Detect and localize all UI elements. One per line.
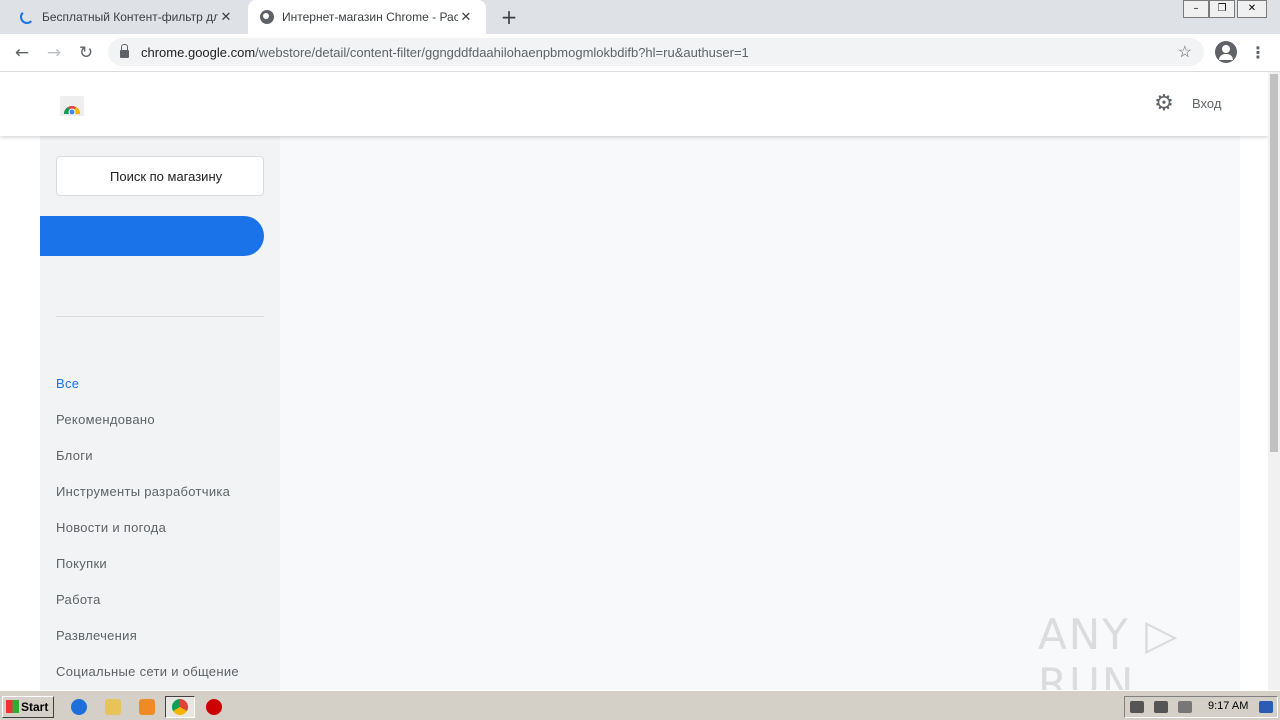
bookmark-star-icon[interactable]: ☆ bbox=[1178, 42, 1192, 62]
ie-icon[interactable] bbox=[71, 699, 87, 715]
tab-chrome-webstore[interactable]: Интернет-магазин Chrome - Расш… ✕ bbox=[248, 0, 486, 34]
taskbar-clock: 9:17 AM bbox=[1208, 700, 1249, 712]
restore-button[interactable]: ❐ bbox=[1209, 0, 1235, 18]
loading-spinner-icon bbox=[20, 10, 34, 24]
category-entertainment[interactable]: Развлечения bbox=[56, 628, 137, 643]
show-desktop-icon[interactable] bbox=[1259, 701, 1273, 713]
tab-title: Бесплатный Контент-фильтр для… bbox=[42, 10, 218, 24]
start-button[interactable]: Start bbox=[2, 696, 54, 718]
minimize-button[interactable]: – bbox=[1183, 0, 1209, 18]
media-player-icon[interactable] bbox=[139, 699, 155, 715]
forward-button[interactable]: → bbox=[43, 42, 65, 64]
chrome-taskbar-button[interactable] bbox=[165, 696, 195, 718]
tab-title: Интернет-магазин Chrome - Расш… bbox=[282, 10, 458, 24]
lock-icon[interactable] bbox=[120, 44, 129, 58]
main-content-area bbox=[280, 136, 1240, 690]
category-developer-tools[interactable]: Инструменты разработчика bbox=[56, 484, 230, 499]
url-host: chrome.google.com bbox=[141, 44, 256, 60]
volume-icon[interactable] bbox=[1130, 701, 1144, 713]
globe-icon bbox=[260, 10, 274, 24]
network-icon[interactable] bbox=[1154, 701, 1168, 713]
category-all[interactable]: Все bbox=[56, 376, 79, 391]
close-tab-icon[interactable]: ✕ bbox=[458, 9, 474, 25]
profile-avatar-icon[interactable] bbox=[1215, 41, 1237, 63]
filter-pill-button[interactable] bbox=[40, 216, 264, 256]
page-scrollbar[interactable] bbox=[1268, 72, 1280, 690]
settings-gear-icon[interactable]: ⚙ bbox=[1153, 93, 1175, 115]
store-search-input[interactable]: Поиск по магазину bbox=[56, 156, 264, 196]
url-path: /webstore/detail/content-filter/ggngddfd… bbox=[255, 44, 749, 60]
chrome-icon bbox=[172, 699, 188, 715]
browser-toolbar: ← → ↻ chrome.google.com/webstore/detail/… bbox=[0, 34, 1280, 72]
webstore-logo-icon[interactable] bbox=[58, 92, 86, 118]
category-recommended[interactable]: Рекомендовано bbox=[56, 412, 155, 427]
explorer-folder-icon[interactable] bbox=[105, 699, 121, 715]
start-label: Start bbox=[21, 700, 49, 714]
signin-link[interactable]: Вход bbox=[1192, 96, 1221, 111]
windows-taskbar: Start 9:17 AM bbox=[0, 690, 1280, 720]
category-social[interactable]: Социальные сети и общение bbox=[56, 664, 239, 679]
scrollbar-thumb[interactable] bbox=[1270, 74, 1278, 452]
reload-button[interactable]: ↻ bbox=[75, 42, 97, 64]
category-work[interactable]: Работа bbox=[56, 592, 101, 607]
new-tab-button[interactable]: + bbox=[498, 6, 520, 28]
webstore-header: ⚙ Вход bbox=[0, 72, 1268, 136]
webstore-page: ⚙ Вход Поиск по магазину Все Рекомендова… bbox=[0, 72, 1268, 690]
flag-icon[interactable] bbox=[1178, 701, 1192, 713]
tab-strip: Бесплатный Контент-фильтр для… ✕ Интерне… bbox=[0, 0, 1280, 34]
category-shopping[interactable]: Покупки bbox=[56, 556, 107, 571]
system-tray bbox=[1124, 696, 1278, 718]
windows-flag-icon bbox=[6, 700, 19, 713]
address-bar[interactable]: chrome.google.com/webstore/detail/conten… bbox=[108, 38, 1204, 66]
close-tab-icon[interactable]: ✕ bbox=[218, 9, 234, 25]
tab-content-filter[interactable]: Бесплатный Контент-фильтр для… ✕ bbox=[8, 0, 246, 34]
browser-menu-icon[interactable]: ⋮ bbox=[1250, 42, 1266, 64]
anyrun-watermark: ANY ▷ RUN bbox=[1038, 610, 1180, 690]
category-news-weather[interactable]: Новости и погода bbox=[56, 520, 166, 535]
sidebar: Поиск по магазину Все Рекомендовано Блог… bbox=[40, 136, 280, 690]
close-window-button[interactable]: ✕ bbox=[1237, 0, 1267, 18]
back-button[interactable]: ← bbox=[11, 42, 33, 64]
category-blogs[interactable]: Блоги bbox=[56, 448, 93, 463]
opera-icon[interactable] bbox=[206, 699, 222, 715]
sidebar-divider bbox=[56, 316, 264, 317]
